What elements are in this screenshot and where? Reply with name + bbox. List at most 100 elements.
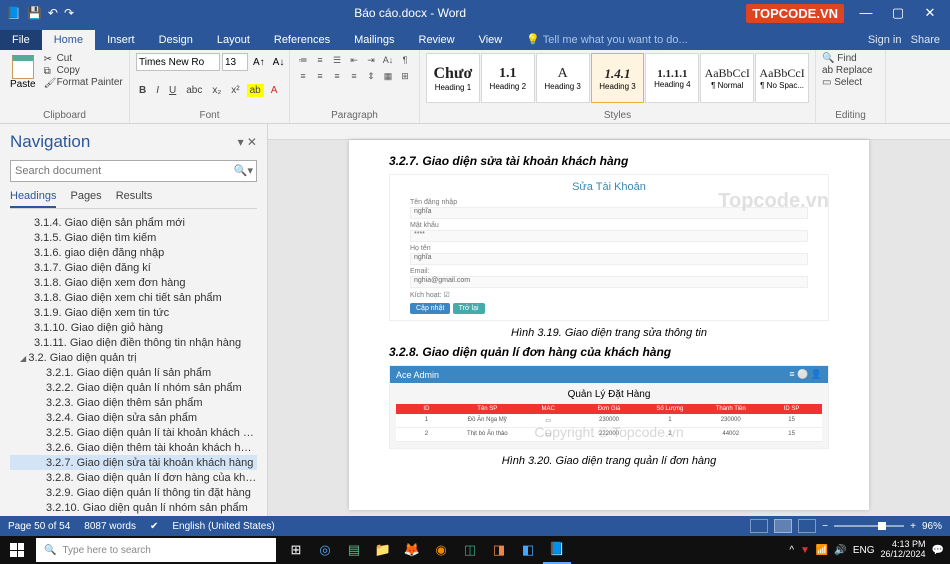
align-right-icon[interactable]: ≡	[330, 69, 344, 83]
multilevel-icon[interactable]: ☰	[330, 53, 344, 67]
align-left-icon[interactable]: ≡	[296, 69, 310, 83]
page[interactable]: Topcode.vn 3.2.7. Giao diện sửa tài khoả…	[349, 140, 869, 510]
status-language[interactable]: English (United States)	[172, 521, 274, 532]
nav-item-parent[interactable]: 3.2. Giao diện quản trị	[10, 350, 257, 365]
tab-file[interactable]: File	[0, 30, 42, 50]
style-heading2[interactable]: 1.1Heading 2	[481, 53, 535, 103]
nav-item-selected[interactable]: 3.2.7. Giao diện sửa tài khoản khách hàn…	[10, 455, 257, 470]
zoom-level[interactable]: 96%	[922, 521, 942, 532]
grow-font-icon[interactable]: A↑	[250, 56, 268, 69]
nav-search-input[interactable]	[10, 160, 257, 182]
share-button[interactable]: Sign in Share	[858, 30, 950, 50]
bullets-icon[interactable]: ≔	[296, 53, 310, 67]
status-words[interactable]: 8087 words	[84, 521, 136, 532]
search-icon[interactable]: 🔍▾	[234, 164, 253, 177]
task-app-icon[interactable]: ◉	[427, 536, 455, 564]
view-web-icon[interactable]	[798, 519, 816, 533]
save-icon[interactable]: 💾	[27, 6, 42, 20]
font-name-select[interactable]	[136, 53, 220, 71]
nav-item[interactable]: 3.2.9. Giao diện quản lí thông tin đặt h…	[10, 485, 257, 500]
find-button[interactable]: 🔍 Find	[822, 53, 879, 64]
nav-item[interactable]: 3.2.5. Giao diện quản lí tài khoản khách…	[10, 425, 257, 440]
nav-item[interactable]: 3.1.8. Giao diện xem chi tiết sản phẩm	[10, 290, 257, 305]
zoom-out-icon[interactable]: −	[822, 521, 828, 532]
styles-gallery[interactable]: ChươHeading 1 1.1Heading 2 AHeading 3 1.…	[426, 53, 809, 103]
tray-notifications-icon[interactable]: 💬	[932, 545, 944, 556]
tab-mailings[interactable]: Mailings	[342, 30, 406, 50]
task-app-icon[interactable]: ▤	[340, 536, 368, 564]
task-app-icon[interactable]: ◨	[485, 536, 513, 564]
increase-indent-icon[interactable]: ⇥	[364, 53, 378, 67]
superscript-button[interactable]: x²	[228, 84, 242, 97]
task-app-icon[interactable]: 🦊	[398, 536, 426, 564]
sort-icon[interactable]: A↓	[381, 53, 395, 67]
task-explorer-icon[interactable]: 📁	[369, 536, 397, 564]
select-button[interactable]: ▭ Select	[822, 77, 879, 88]
nav-item[interactable]: 3.2.6. Giao diện thêm tài khoản khách hà…	[10, 440, 257, 455]
nav-item[interactable]: 3.1.11. Giao diện điền thông tin nhận hà…	[10, 335, 257, 350]
align-center-icon[interactable]: ≡	[313, 69, 327, 83]
paste-button[interactable]: Paste	[6, 53, 40, 92]
style-heading3[interactable]: 1.4.1Heading 3	[591, 53, 645, 103]
zoom-slider[interactable]	[834, 525, 904, 527]
task-taskview-icon[interactable]: ⊞	[282, 536, 310, 564]
shrink-font-icon[interactable]: A↓	[270, 56, 288, 69]
view-print-icon[interactable]	[774, 519, 792, 533]
document-area[interactable]: Topcode.vn 3.2.7. Giao diện sửa tài khoả…	[268, 124, 950, 516]
numbering-icon[interactable]: ≡	[313, 53, 327, 67]
tray-icon[interactable]: 📶	[816, 545, 828, 556]
nav-item[interactable]: 3.1.9. Giao diện xem tin tức	[10, 305, 257, 320]
task-app-icon[interactable]: ◫	[456, 536, 484, 564]
style-heading3a[interactable]: AHeading 3	[536, 53, 590, 103]
status-proof-icon[interactable]: ✔	[150, 521, 158, 532]
tray-chevron-icon[interactable]: ^	[789, 545, 794, 556]
strike-button[interactable]: abc	[183, 84, 205, 97]
maximize-icon[interactable]: ▢	[884, 5, 912, 21]
tray-volume-icon[interactable]: 🔊	[834, 545, 846, 556]
nav-item[interactable]: 3.1.10. Giao diện giỏ hàng	[10, 320, 257, 335]
task-app-icon[interactable]: ◎	[311, 536, 339, 564]
nav-close-icon[interactable]: ▾ ✕	[238, 135, 257, 149]
redo-icon[interactable]: ↷	[64, 6, 74, 20]
zoom-in-icon[interactable]: +	[910, 521, 916, 532]
nav-item[interactable]: 3.1.5. Giao diện tìm kiếm	[10, 230, 257, 245]
task-word-icon[interactable]: 📘	[543, 536, 571, 564]
nav-item[interactable]: 3.2.3. Giao diện thêm sản phẩm	[10, 395, 257, 410]
replace-button[interactable]: ab Replace	[822, 65, 879, 76]
tab-review[interactable]: Review	[407, 30, 467, 50]
undo-icon[interactable]: ↶	[48, 6, 58, 20]
decrease-indent-icon[interactable]: ⇤	[347, 53, 361, 67]
tab-design[interactable]: Design	[147, 30, 205, 50]
start-button[interactable]	[0, 536, 34, 564]
show-marks-icon[interactable]: ¶	[398, 53, 412, 67]
tray-lang[interactable]: ENG	[853, 545, 875, 556]
justify-icon[interactable]: ≡	[347, 69, 361, 83]
close-icon[interactable]: ✕	[916, 5, 944, 21]
tray-icon[interactable]: ▼	[800, 545, 810, 556]
tab-home[interactable]: Home	[42, 30, 95, 50]
tray-clock[interactable]: 4:13 PM26/12/2024	[881, 540, 926, 560]
cut-button[interactable]: ✂Cut	[44, 53, 123, 64]
subscript-button[interactable]: x₂	[209, 84, 224, 97]
tab-view[interactable]: View	[467, 30, 515, 50]
tab-references[interactable]: References	[262, 30, 342, 50]
view-read-icon[interactable]	[750, 519, 768, 533]
copy-button[interactable]: ⧉Copy	[44, 65, 123, 76]
style-heading4[interactable]: 1.1.1.1Heading 4	[645, 53, 699, 103]
minimize-icon[interactable]: —	[852, 5, 880, 21]
nav-item[interactable]: 3.2.10. Giao diện quản lí nhóm sản phẩm	[10, 500, 257, 515]
nav-item[interactable]: 3.1.6. giao diện đăng nhập	[10, 245, 257, 260]
nav-item[interactable]: 3.2.8. Giao diện quản lí đơn hàng của kh…	[10, 470, 257, 485]
highlight-button[interactable]: ab	[247, 84, 264, 97]
task-app-icon[interactable]: ◧	[514, 536, 542, 564]
nav-item[interactable]: 3.2.1. Giao diện quản lí sản phẩm	[10, 365, 257, 380]
taskbar-search[interactable]: 🔍Type here to search	[36, 538, 276, 562]
nav-item[interactable]: 3.2.2. Giao diện quản lí nhóm sản phẩm	[10, 380, 257, 395]
style-nospacing[interactable]: AaBbCcI¶ No Spac...	[755, 53, 809, 103]
tell-me[interactable]: 💡 Tell me what you want to do...	[522, 29, 691, 50]
tab-layout[interactable]: Layout	[205, 30, 262, 50]
shading-icon[interactable]: ▦	[381, 69, 395, 83]
font-color-button[interactable]: A	[268, 84, 281, 97]
nav-tab-pages[interactable]: Pages	[70, 190, 101, 208]
nav-item[interactable]: 3.1.4. Giao diện sản phẩm mới	[10, 215, 257, 230]
